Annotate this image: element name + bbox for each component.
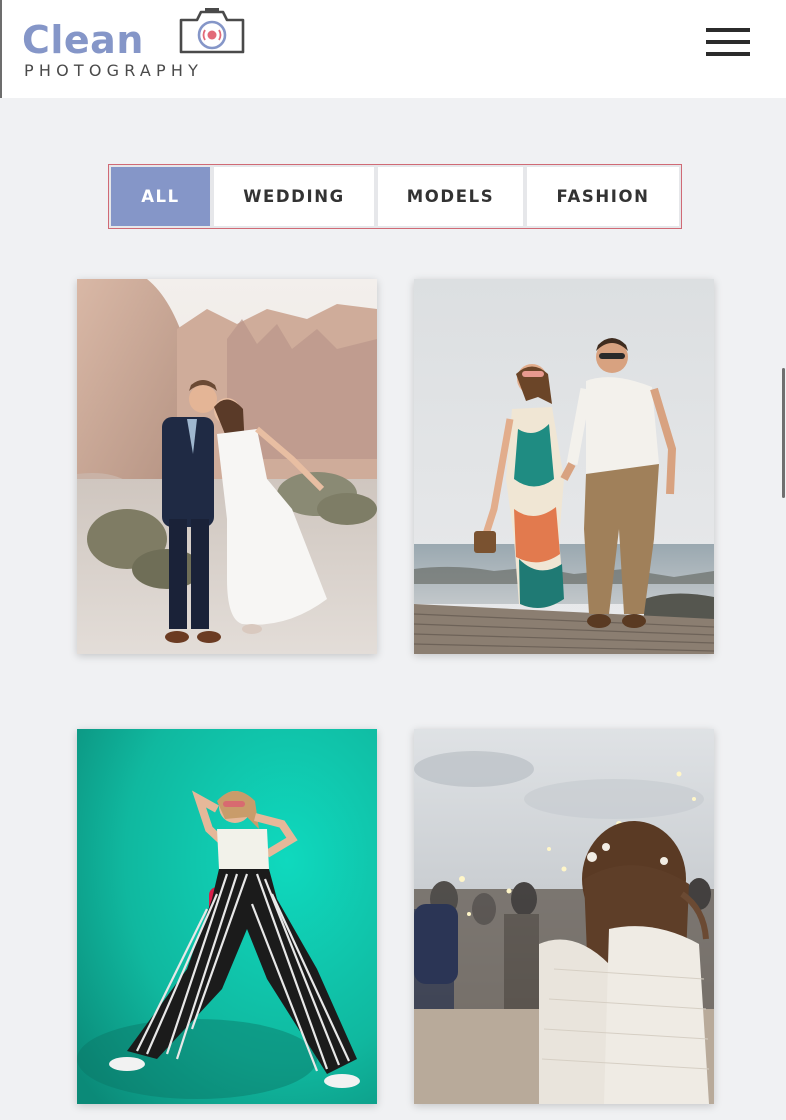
gallery-photo-beach-couple[interactable] (414, 279, 714, 654)
filter-all-button[interactable]: ALL (111, 167, 210, 226)
hamburger-icon[interactable] (706, 28, 750, 58)
filter-wedding-button[interactable]: WEDDING (214, 167, 374, 226)
portfolio-filter-bar: ALL WEDDING MODELS FASHION (108, 164, 682, 229)
logo-wordmark: Clean (22, 18, 144, 62)
gallery-photo-model-teal[interactable] (77, 729, 377, 1104)
filter-models-button[interactable]: MODELS (378, 167, 523, 226)
hamburger-line (706, 28, 750, 32)
site-header: Clean PHOTOGRAPHY (0, 0, 786, 98)
filter-fashion-button[interactable]: FASHION (527, 167, 679, 226)
scrollbar-thumb[interactable] (782, 368, 785, 498)
hamburger-line (706, 52, 750, 56)
camera-icon (179, 8, 245, 54)
logo-tagline: PHOTOGRAPHY (24, 61, 204, 80)
hamburger-line (706, 40, 750, 44)
gallery-photo-wedding-couple[interactable] (77, 279, 377, 654)
gallery-photo-bride-sparklers[interactable] (414, 729, 714, 1104)
site-logo[interactable]: Clean PHOTOGRAPHY (22, 8, 254, 84)
